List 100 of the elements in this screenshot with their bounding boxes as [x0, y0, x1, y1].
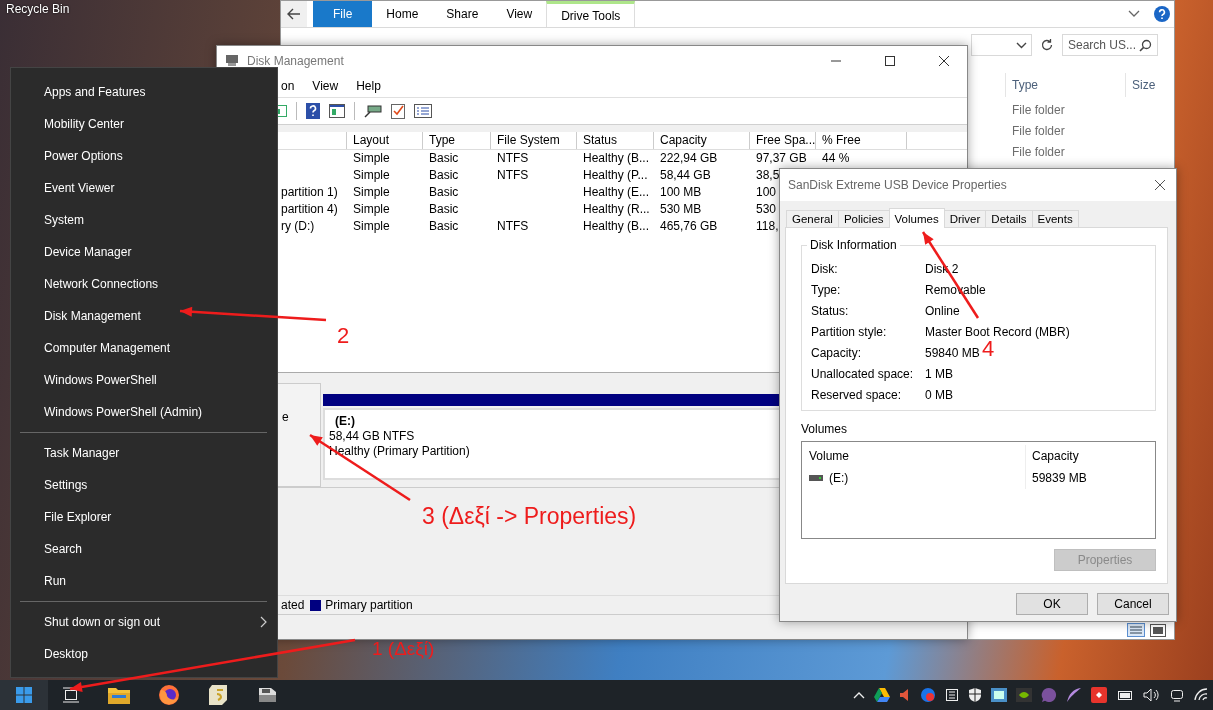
table-cell: 100 MB — [660, 185, 702, 199]
column-header[interactable]: Volume — [802, 445, 1026, 467]
drive-icon[interactable] — [256, 685, 278, 705]
menu-item[interactable]: Device Manager — [11, 236, 277, 268]
field-value: 59840 MB — [925, 345, 980, 362]
menu-item[interactable]: Task Manager — [11, 437, 277, 469]
feather-icon[interactable] — [1065, 687, 1082, 703]
menu-item[interactable]: Windows PowerShell (Admin) — [11, 396, 277, 428]
menu-item[interactable]: Run — [11, 565, 277, 597]
column-header[interactable]: Type — [1005, 73, 1125, 97]
table-cell: 44 % — [822, 151, 850, 165]
ribbon-tab[interactable]: Drive Tools — [546, 1, 636, 27]
column-header[interactable]: Capacity — [654, 132, 750, 149]
column-header[interactable]: Layout — [347, 132, 423, 149]
window-icon[interactable] — [329, 104, 345, 118]
legend-label: ated — [281, 598, 305, 612]
dialog-button[interactable]: OK — [1016, 593, 1088, 615]
menu-item[interactable]: View — [312, 79, 339, 93]
column-header[interactable]: Status — [577, 132, 654, 149]
column-header[interactable]: Type — [423, 132, 491, 149]
chevron-down-icon[interactable] — [1016, 41, 1027, 49]
google-drive-icon[interactable] — [873, 688, 890, 702]
column-header[interactable]: Free Spa... — [750, 132, 816, 149]
menu-item[interactable]: Desktop — [11, 638, 277, 670]
help-icon[interactable] — [1154, 6, 1170, 22]
menu-item[interactable]: System — [11, 204, 277, 236]
maximize-icon[interactable] — [884, 54, 896, 67]
table-cell: partition 1) — [281, 185, 338, 199]
desktop-icon-label[interactable]: Recycle Bin — [6, 2, 70, 16]
disk-management-icon — [225, 54, 239, 67]
tab[interactable]: Events — [1031, 210, 1079, 227]
chat-bubble-icon[interactable] — [1040, 687, 1057, 703]
close-icon[interactable] — [1154, 179, 1166, 191]
dialog-button[interactable]: Cancel — [1097, 593, 1169, 615]
wifi-icon[interactable] — [1192, 688, 1209, 702]
task-view-icon[interactable] — [62, 687, 80, 703]
menu-item[interactable]: Computer Management — [11, 332, 277, 364]
column-header[interactable]: % Free — [816, 132, 907, 149]
menu-item[interactable]: Settings — [11, 469, 277, 501]
column-header[interactable]: Size — [1125, 73, 1156, 97]
help-icon[interactable] — [306, 103, 320, 119]
list-icon[interactable] — [414, 104, 432, 118]
partition-name: (E:) — [334, 414, 355, 429]
nvidia-icon[interactable] — [1015, 688, 1032, 702]
annotation-label: 3 (Δεξί -> Properties) — [422, 503, 637, 531]
column-header[interactable]: File System — [491, 132, 577, 149]
search-field[interactable]: Search US... — [1062, 34, 1158, 56]
menu-item[interactable]: Windows PowerShell — [11, 364, 277, 396]
speaker-icon[interactable] — [1142, 688, 1161, 702]
security-shield-icon[interactable] — [967, 687, 982, 703]
tab[interactable]: General — [786, 210, 839, 227]
folder-icon[interactable] — [108, 686, 130, 704]
close-icon[interactable] — [938, 54, 950, 67]
sticky-notes-icon[interactable] — [208, 684, 228, 706]
menu-item[interactable]: Network Connections — [11, 268, 277, 300]
checklist-icon[interactable] — [391, 103, 405, 119]
ribbon-tab[interactable]: Home — [372, 1, 433, 27]
table-cell: 118, — [756, 219, 779, 233]
large-icons-view-icon[interactable] — [1150, 623, 1166, 637]
table-cell: partition 4) — [281, 202, 338, 216]
chevron-up-icon[interactable] — [852, 691, 865, 699]
table-cell: Healthy (B... — [583, 151, 650, 165]
column-header[interactable]: Capacity — [1026, 445, 1079, 467]
menu-item[interactable]: Search — [11, 533, 277, 565]
menu-item[interactable]: on — [281, 79, 295, 93]
field-value: 0 MB — [925, 387, 953, 404]
search-icon — [1139, 39, 1152, 52]
menu-item[interactable]: File Explorer — [11, 501, 277, 533]
disk-label: e — [282, 410, 289, 424]
refresh-icon[interactable] — [1040, 38, 1054, 52]
table-cell: File folder — [1012, 145, 1065, 159]
chevron-down-icon[interactable] — [1128, 10, 1140, 18]
table-cell: 530 — [756, 202, 777, 216]
firefox-icon[interactable] — [158, 684, 180, 706]
table-cell: 38,5 — [756, 168, 780, 182]
table-cell: Simple — [353, 202, 390, 216]
ribbon-tab[interactable]: View — [492, 1, 547, 27]
field-label: Type: — [811, 282, 842, 299]
tab[interactable]: Volumes — [888, 208, 945, 228]
ribbon-tab[interactable]: Share — [432, 1, 493, 27]
table-cell: 97,37 GB — [756, 151, 807, 165]
dialog-title: SanDisk Extreme USB Device Properties — [788, 178, 1007, 192]
table-cell: NTFS — [497, 168, 529, 182]
menu-item[interactable]: Shut down or sign out — [11, 606, 277, 638]
menu-item[interactable]: Event Viewer — [11, 172, 277, 204]
menu-item[interactable]: Mobility Center — [11, 108, 277, 140]
menu-item[interactable]: Help — [356, 79, 381, 93]
windows-start-icon[interactable] — [0, 680, 48, 710]
ribbon-tab[interactable]: File — [313, 1, 373, 27]
menu-item[interactable]: Disk Management — [11, 300, 277, 332]
table-cell: Healthy (E... — [583, 185, 650, 199]
battery-icon[interactable] — [1115, 689, 1134, 701]
details-view-icon[interactable] — [1127, 623, 1145, 637]
partition-size: 58,44 GB NTFS — [329, 429, 415, 444]
app-tray-icon[interactable] — [1090, 687, 1107, 703]
table-cell: NTFS — [497, 219, 529, 233]
disk-connect-icon[interactable] — [364, 104, 382, 118]
menu-item[interactable]: Power Options — [11, 140, 277, 172]
menu-item[interactable]: Apps and Features — [11, 76, 277, 108]
table-cell: 465,76 GB — [660, 219, 718, 233]
